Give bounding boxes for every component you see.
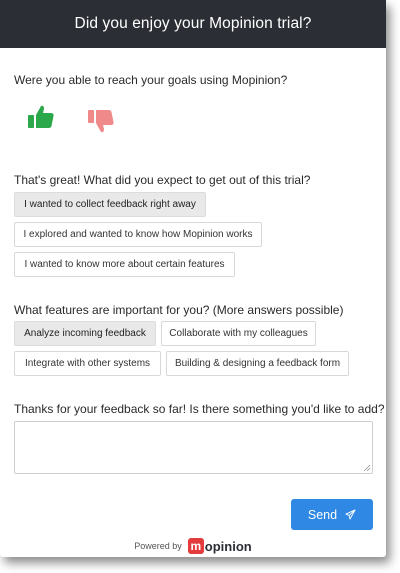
survey-header: Did you enjoy your Mopinion trial? <box>0 0 386 48</box>
expectations-question: That's great! What did you expect to get… <box>14 173 311 187</box>
paper-plane-icon <box>345 509 356 520</box>
option-collect-feedback[interactable]: I wanted to collect feedback right away <box>14 192 206 217</box>
send-label: Send <box>307 507 338 522</box>
option-building-form[interactable]: Building & designing a feedback form <box>166 351 349 376</box>
goals-question: Were you able to reach your goals using … <box>14 73 288 87</box>
option-label: I wanted to collect feedback right away <box>24 199 196 210</box>
features-question: What features are important for you? (Mo… <box>14 303 344 317</box>
option-analyze-feedback[interactable]: Analyze incoming feedback <box>14 321 156 346</box>
survey-card: Did you enjoy your Mopinion trial? Were … <box>0 0 386 557</box>
option-collaborate[interactable]: Collaborate with my colleagues <box>161 321 316 346</box>
logo-text: opinion <box>204 538 252 554</box>
send-button[interactable]: Send <box>291 499 373 530</box>
survey-title: Did you enjoy your Mopinion trial? <box>74 15 312 32</box>
option-label: I explored and wanted to know how Mopini… <box>23 229 253 240</box>
thumbs-down-icon[interactable] <box>86 106 116 136</box>
powered-by-text: Powered by <box>134 541 182 551</box>
mopinion-logo: m opinion <box>187 538 252 554</box>
logo-mark: m <box>187 538 204 554</box>
comments-textarea[interactable] <box>14 421 373 474</box>
comments-question: Thanks for your feedback so far! Is ther… <box>14 402 385 416</box>
option-integrate[interactable]: Integrate with other systems <box>14 351 161 376</box>
powered-by: Powered by m opinion <box>0 538 386 554</box>
option-explore-mopinion[interactable]: I explored and wanted to know how Mopini… <box>14 222 262 247</box>
option-label: Collaborate with my colleagues <box>169 328 308 339</box>
thumbs-up-icon[interactable] <box>26 102 56 132</box>
option-label: Building & designing a feedback form <box>174 358 341 369</box>
resize-grip-icon[interactable] <box>363 464 370 471</box>
option-know-features[interactable]: I wanted to know more about certain feat… <box>14 252 235 277</box>
option-label: Integrate with other systems <box>24 358 151 369</box>
option-label: Analyze incoming feedback <box>24 328 146 339</box>
option-label: I wanted to know more about certain feat… <box>24 259 225 270</box>
